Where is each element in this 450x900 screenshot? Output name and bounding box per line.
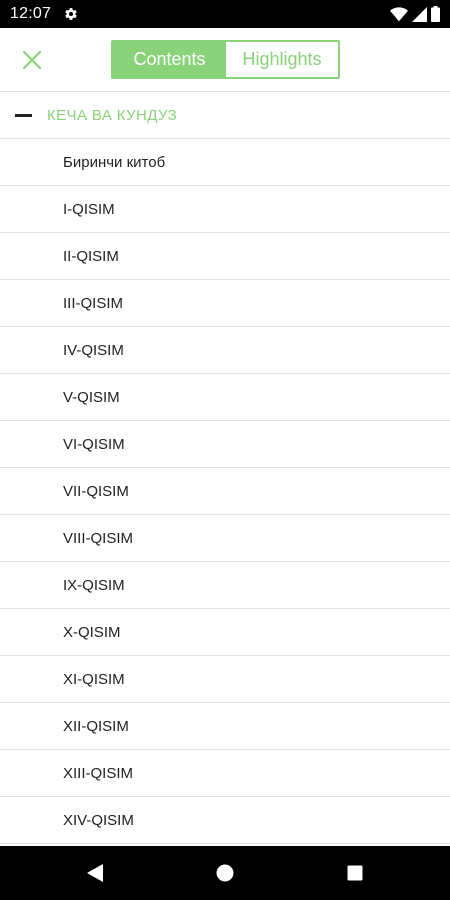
header: Contents Highlights — [0, 28, 450, 92]
toc-list: КЕЧА ВА КУНДУЗ Биринчи китоб I-QISIM II-QI… — [0, 92, 450, 844]
tab-contents[interactable]: Contents — [113, 42, 226, 77]
toc-item[interactable]: VI-QISIM — [0, 421, 450, 468]
status-time: 12:07 — [10, 5, 52, 22]
toc-item[interactable]: I-QISIM — [0, 186, 450, 233]
tab-highlights[interactable]: Highlights — [226, 42, 338, 77]
toc-item[interactable]: X-QISIM — [0, 609, 450, 656]
battery-icon — [431, 6, 440, 22]
status-icons — [390, 6, 440, 22]
toc-item[interactable]: XII-QISIM — [0, 703, 450, 750]
toc-item[interactable]: Биринчи китоб — [0, 139, 450, 186]
home-icon[interactable] — [195, 846, 255, 900]
toc-item[interactable]: VII-QISIM — [0, 468, 450, 515]
toc-item[interactable]: IV-QISIM — [0, 327, 450, 374]
tab-switcher: Contents Highlights — [111, 40, 340, 79]
toc-item[interactable]: IX-QISIM — [0, 562, 450, 609]
toc-items: Биринчи китоб I-QISIM II-QISIM III-QISIM IV-… — [0, 139, 450, 844]
toc-item[interactable]: V-QISIM — [0, 374, 450, 421]
status-bar: 12:07 — [0, 0, 450, 28]
close-icon[interactable] — [18, 46, 46, 74]
toc-item[interactable]: XIII-QISIM — [0, 750, 450, 797]
wifi-icon — [390, 6, 408, 22]
toc-item[interactable]: VIII-QISIM — [0, 515, 450, 562]
toc-group-title: КЕЧА ВА КУНДУЗ — [47, 106, 178, 124]
toc-item[interactable]: II-QISIM — [0, 233, 450, 280]
toc-item[interactable]: XIV-QISIM — [0, 797, 450, 844]
cellular-signal-icon — [412, 6, 427, 22]
collapse-minus-icon[interactable] — [15, 113, 32, 117]
navigation-bar — [0, 846, 450, 900]
recents-icon[interactable] — [325, 846, 385, 900]
toc-item[interactable]: III-QISIM — [0, 280, 450, 327]
screen: 12:07 Contents Highlights КЕЧА ВА КУНДУЗ… — [0, 0, 450, 900]
back-icon[interactable] — [65, 846, 125, 900]
toc-group-header[interactable]: КЕЧА ВА КУНДУЗ — [0, 92, 450, 139]
toc-item[interactable]: XI-QISIM — [0, 656, 450, 703]
settings-gear-icon — [64, 7, 78, 21]
